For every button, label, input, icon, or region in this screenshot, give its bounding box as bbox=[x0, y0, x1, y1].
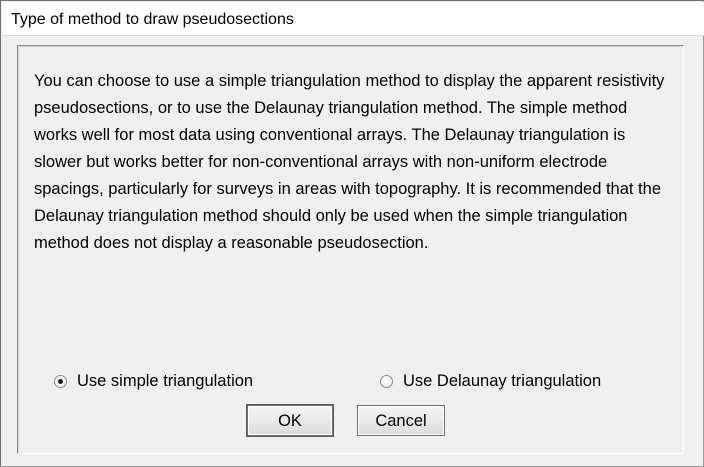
dialog-window: Type of method to draw pseudosections Yo… bbox=[0, 0, 704, 467]
content-panel: You can choose to use a simple triangula… bbox=[17, 45, 684, 454]
radio-label-delaunay[interactable]: Use Delaunay triangulation bbox=[403, 371, 601, 391]
radio-selected-icon[interactable] bbox=[54, 374, 67, 388]
radio-label-simple[interactable]: Use simple triangulation bbox=[77, 371, 253, 391]
radio-unselected-icon[interactable] bbox=[380, 374, 393, 388]
radio-use-delaunay-triangulation[interactable]: Use Delaunay triangulation bbox=[380, 371, 601, 391]
ok-button[interactable]: OK bbox=[247, 405, 333, 436]
radio-dot-icon bbox=[58, 378, 63, 384]
dialog-title: Type of method to draw pseudosections bbox=[11, 11, 294, 28]
message-text: You can choose to use a simple triangula… bbox=[34, 72, 665, 252]
cancel-button[interactable]: Cancel bbox=[357, 405, 445, 436]
title-bar[interactable]: Type of method to draw pseudosections bbox=[2, 2, 704, 36]
radio-use-simple-triangulation[interactable]: Use simple triangulation bbox=[54, 371, 253, 391]
